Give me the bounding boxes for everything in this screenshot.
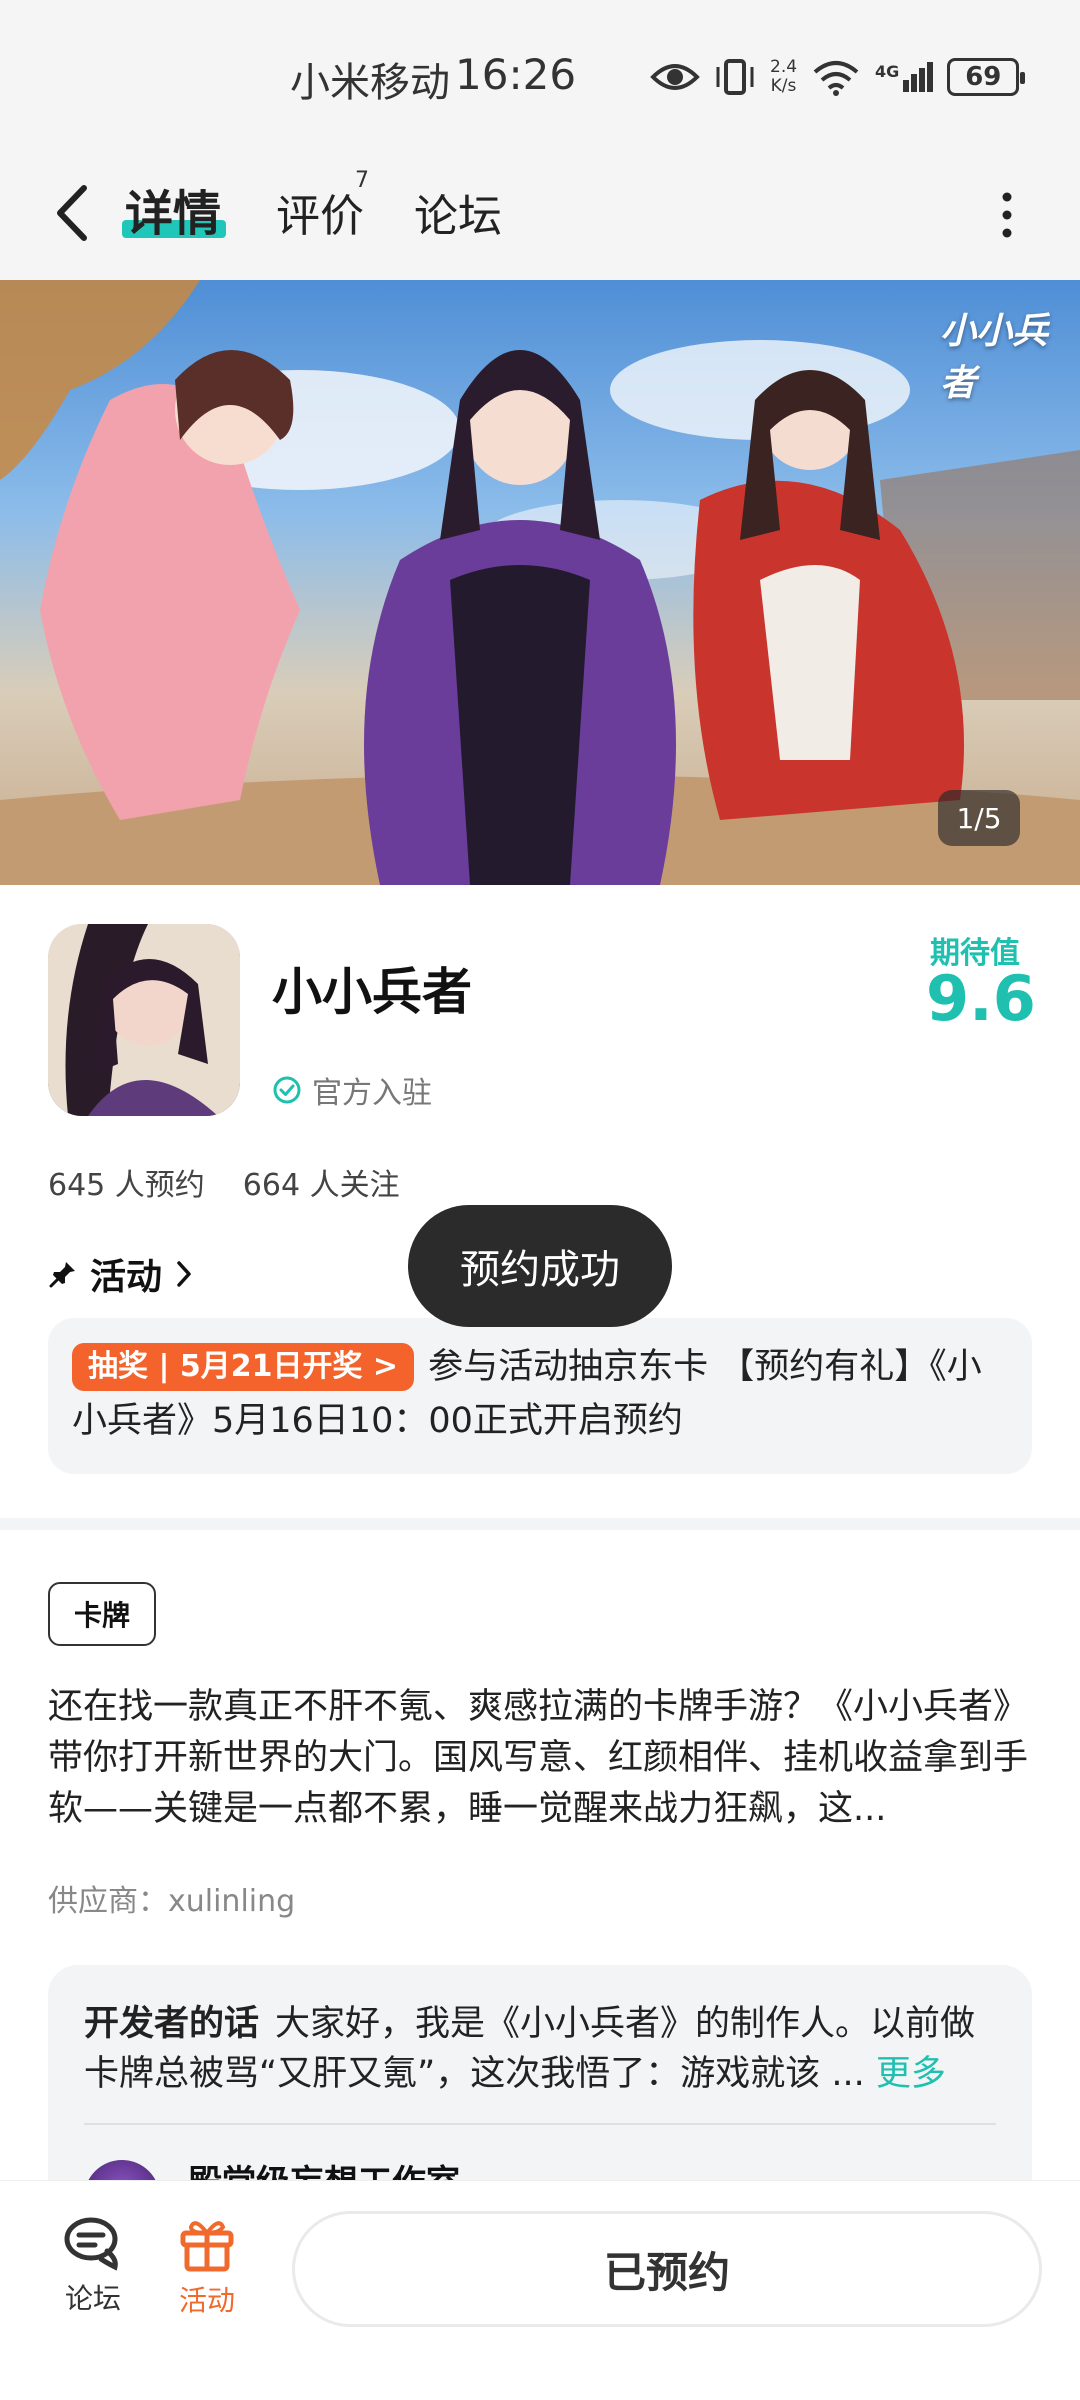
supplier-info: 供应商：xulinling bbox=[48, 1884, 296, 1919]
more-link[interactable]: 更多 bbox=[876, 2054, 946, 2094]
bottom-nav-forum[interactable]: 论坛 bbox=[43, 2215, 143, 2317]
official-label: 官方入驻 bbox=[312, 1076, 432, 1111]
reserved-button[interactable]: 已预约 bbox=[292, 2211, 1042, 2327]
bottom-nav-forum-label: 论坛 bbox=[64, 2282, 121, 2315]
game-stats: 645 人预约 664 人关注 bbox=[48, 1160, 400, 1204]
net-speed-unit: K/s bbox=[770, 76, 797, 96]
reservation-count: 645 人预约 bbox=[48, 1168, 205, 1203]
back-icon[interactable] bbox=[48, 178, 98, 248]
verified-check-icon bbox=[273, 1076, 301, 1104]
more-options-icon[interactable] bbox=[995, 185, 1019, 245]
carrier-name: 小米移动 bbox=[290, 60, 450, 106]
clock: 16:26 bbox=[455, 50, 577, 99]
game-description[interactable]: 还在找一款真正不肝不氪、爽感拉满的卡牌手游？《小小兵者》带你打开新世界的大门。国… bbox=[48, 1682, 1032, 1835]
bottom-nav-activity[interactable]: 活动 bbox=[157, 2215, 257, 2319]
net-speed-value: 2.4 bbox=[770, 57, 798, 77]
status-icons: 2.4 K/s 4G 69 bbox=[650, 52, 1026, 102]
pin-icon bbox=[49, 1262, 75, 1288]
activity-section-link[interactable]: 活动 bbox=[48, 1248, 194, 1300]
top-nav: 详情 评价 7 论坛 bbox=[0, 150, 1080, 280]
developer-note-title: 开发者的话 bbox=[84, 2004, 260, 2044]
expectation-score: 9.6 bbox=[926, 962, 1036, 1035]
banner-artwork bbox=[0, 280, 1080, 885]
tab-detail-label: 详情 bbox=[125, 186, 222, 242]
signal-type: 4G bbox=[875, 62, 900, 81]
vibrate-icon bbox=[716, 59, 754, 95]
tab-forum[interactable]: 论坛 bbox=[414, 180, 502, 244]
gift-icon bbox=[180, 2221, 234, 2272]
game-title: 小小兵者 bbox=[272, 963, 472, 1021]
reservation-success-toast: 预约成功 bbox=[408, 1205, 672, 1327]
chevron-right-icon bbox=[177, 1261, 191, 1287]
banner-game-logo: 小小兵者 bbox=[940, 311, 1049, 404]
official-badge: 官方入驻 bbox=[272, 1068, 432, 1112]
follower-count: 664 人关注 bbox=[242, 1168, 400, 1203]
developer-divider bbox=[84, 2123, 996, 2125]
review-count-badge: 7 bbox=[355, 168, 369, 193]
tab-review[interactable]: 评价 bbox=[276, 180, 364, 244]
activity-section-title: 活动 bbox=[90, 1257, 163, 1298]
activity-card[interactable]: 抽奖 | 5月21日开奖 > 参与活动抽京东卡 【预约有礼】《小小兵者》5月16日… bbox=[48, 1318, 1032, 1474]
battery-indicator: 69 bbox=[947, 58, 1026, 96]
forum-chat-icon bbox=[64, 2217, 118, 2271]
game-app-icon bbox=[48, 924, 240, 1116]
cell-signal-icon: 4G bbox=[875, 62, 934, 92]
tab-detail[interactable]: 详情 bbox=[125, 174, 221, 244]
eye-icon bbox=[650, 64, 700, 90]
net-speed: 2.4 K/s bbox=[770, 58, 797, 96]
status-bar: 小米移动 16:26 2.4 K/s 4G 69 bbox=[0, 0, 1080, 150]
banner-page-counter: 1/5 bbox=[938, 790, 1020, 846]
app-icon-artwork bbox=[48, 924, 240, 1116]
lottery-badge: 抽奖 | 5月21日开奖 > bbox=[72, 1343, 415, 1391]
developer-note: 开发者的话 大家好，我是《小小兵者》的制作人。以前做卡牌总被骂“又肝又氪”，这次我… bbox=[84, 1999, 996, 2099]
bottom-action-bar: 论坛 活动 已预约 bbox=[0, 2180, 1080, 2400]
bottom-nav-activity-label: 活动 bbox=[178, 2284, 235, 2317]
section-divider bbox=[0, 1518, 1080, 1530]
genre-tag[interactable]: 卡牌 bbox=[48, 1582, 156, 1646]
wifi-icon bbox=[813, 61, 859, 96]
banner-carousel[interactable]: 小小兵者 bbox=[0, 280, 1080, 885]
